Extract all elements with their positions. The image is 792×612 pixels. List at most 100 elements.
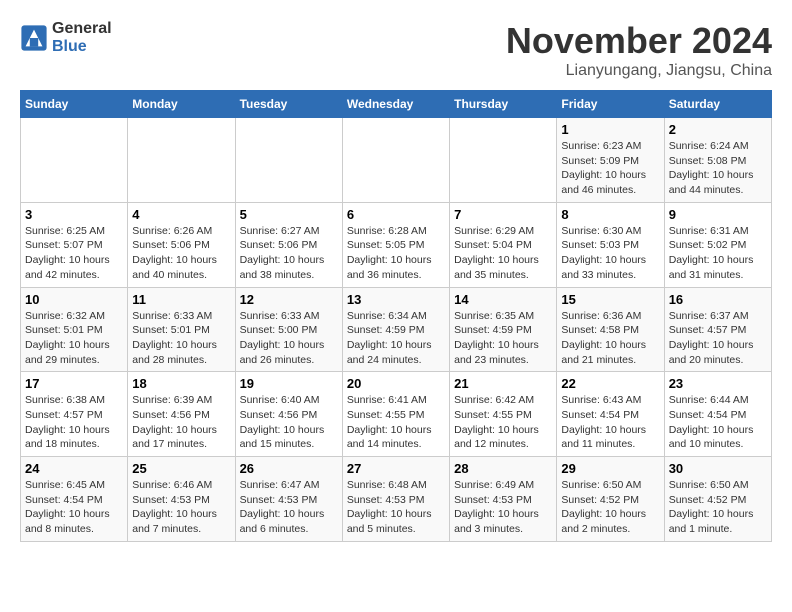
- week-row-4: 17 Sunrise: 6:38 AM Sunset: 4:57 PM Dayli…: [21, 372, 772, 457]
- calendar-cell: 29Sunrise: 6:50 AM Sunset: 4:52 PM Dayli…: [557, 457, 664, 542]
- day-number: 27: [347, 461, 445, 476]
- calendar-cell: 25 Sunrise: 6:46 AM Sunset: 4:53 PM Dayli…: [128, 457, 235, 542]
- day-number: 24: [25, 461, 123, 476]
- day-info: Sunrise: 6:38 AM Sunset: 4:57 PM Dayligh…: [25, 393, 123, 452]
- day-info: Sunrise: 6:24 AM Sunset: 5:08 PM Dayligh…: [669, 139, 767, 198]
- day-number: 19: [240, 376, 338, 391]
- day-number: 15: [561, 292, 659, 307]
- day-info: Sunrise: 6:37 AM Sunset: 4:57 PM Dayligh…: [669, 309, 767, 368]
- day-number: 17: [25, 376, 123, 391]
- weekday-sunday: Sunday: [21, 91, 128, 118]
- day-number: 25: [132, 461, 230, 476]
- weekday-thursday: Thursday: [450, 91, 557, 118]
- day-info: Sunrise: 6:28 AM Sunset: 5:05 PM Dayligh…: [347, 224, 445, 283]
- calendar-cell: 28 Sunrise: 6:49 AM Sunset: 4:53 PM Dayli…: [450, 457, 557, 542]
- calendar-cell: 26 Sunrise: 6:47 AM Sunset: 4:53 PM Dayli…: [235, 457, 342, 542]
- day-info: Sunrise: 6:42 AM Sunset: 4:55 PM Dayligh…: [454, 393, 552, 452]
- logo-line2: Blue: [52, 38, 112, 56]
- weekday-wednesday: Wednesday: [342, 91, 449, 118]
- calendar-cell: 5Sunrise: 6:27 AM Sunset: 5:06 PM Daylig…: [235, 202, 342, 287]
- day-info: Sunrise: 6:41 AM Sunset: 4:55 PM Dayligh…: [347, 393, 445, 452]
- day-info: Sunrise: 6:39 AM Sunset: 4:56 PM Dayligh…: [132, 393, 230, 452]
- calendar-cell: 2 Sunrise: 6:24 AM Sunset: 5:08 PM Daylig…: [664, 118, 771, 203]
- calendar-cell: 4Sunrise: 6:26 AM Sunset: 5:06 PM Daylig…: [128, 202, 235, 287]
- day-info: Sunrise: 6:46 AM Sunset: 4:53 PM Dayligh…: [132, 478, 230, 537]
- day-info: Sunrise: 6:43 AM Sunset: 4:54 PM Dayligh…: [561, 393, 659, 452]
- calendar-cell: 23 Sunrise: 6:44 AM Sunset: 4:54 PM Dayli…: [664, 372, 771, 457]
- calendar-cell: 3Sunrise: 6:25 AM Sunset: 5:07 PM Daylig…: [21, 202, 128, 287]
- calendar-cell: 11Sunrise: 6:33 AM Sunset: 5:01 PM Dayli…: [128, 287, 235, 372]
- day-info: Sunrise: 6:23 AM Sunset: 5:09 PM Dayligh…: [561, 139, 659, 198]
- day-info: Sunrise: 6:29 AM Sunset: 5:04 PM Dayligh…: [454, 224, 552, 283]
- calendar-cell: [21, 118, 128, 203]
- calendar-cell: 24 Sunrise: 6:45 AM Sunset: 4:54 PM Dayli…: [21, 457, 128, 542]
- day-number: 7: [454, 207, 552, 222]
- logo-icon: [20, 24, 48, 52]
- day-info: Sunrise: 6:49 AM Sunset: 4:53 PM Dayligh…: [454, 478, 552, 537]
- day-info: Sunrise: 6:33 AM Sunset: 5:00 PM Dayligh…: [240, 309, 338, 368]
- calendar-cell: 14 Sunrise: 6:35 AM Sunset: 4:59 PM Dayli…: [450, 287, 557, 372]
- week-row-3: 10 Sunrise: 6:32 AM Sunset: 5:01 PM Dayli…: [21, 287, 772, 372]
- day-number: 30: [669, 461, 767, 476]
- day-number: 10: [25, 292, 123, 307]
- day-number: 9: [669, 207, 767, 222]
- day-number: 29: [561, 461, 659, 476]
- day-info: Sunrise: 6:32 AM Sunset: 5:01 PM Dayligh…: [25, 309, 123, 368]
- day-info: Sunrise: 6:50 AM Sunset: 4:52 PM Dayligh…: [669, 478, 767, 537]
- calendar-cell: 20 Sunrise: 6:41 AM Sunset: 4:55 PM Dayli…: [342, 372, 449, 457]
- day-number: 22: [561, 376, 659, 391]
- day-info: Sunrise: 6:48 AM Sunset: 4:53 PM Dayligh…: [347, 478, 445, 537]
- logo-line1: General: [52, 20, 112, 38]
- weekday-monday: Monday: [128, 91, 235, 118]
- calendar-cell: [128, 118, 235, 203]
- calendar-cell: 18 Sunrise: 6:39 AM Sunset: 4:56 PM Dayli…: [128, 372, 235, 457]
- day-info: Sunrise: 6:27 AM Sunset: 5:06 PM Dayligh…: [240, 224, 338, 283]
- day-number: 12: [240, 292, 338, 307]
- calendar-cell: 15 Sunrise: 6:36 AM Sunset: 4:58 PM Dayli…: [557, 287, 664, 372]
- day-number: 2: [669, 122, 767, 137]
- calendar-cell: 12 Sunrise: 6:33 AM Sunset: 5:00 PM Dayli…: [235, 287, 342, 372]
- calendar-cell: 10 Sunrise: 6:32 AM Sunset: 5:01 PM Dayli…: [21, 287, 128, 372]
- calendar-cell: 30 Sunrise: 6:50 AM Sunset: 4:52 PM Dayli…: [664, 457, 771, 542]
- page-header: General Blue November 2024 Lianyungang, …: [20, 20, 772, 80]
- day-number: 20: [347, 376, 445, 391]
- day-info: Sunrise: 6:30 AM Sunset: 5:03 PM Dayligh…: [561, 224, 659, 283]
- day-number: 21: [454, 376, 552, 391]
- day-info: Sunrise: 6:40 AM Sunset: 4:56 PM Dayligh…: [240, 393, 338, 452]
- day-info: Sunrise: 6:36 AM Sunset: 4:58 PM Dayligh…: [561, 309, 659, 368]
- day-info: Sunrise: 6:26 AM Sunset: 5:06 PM Dayligh…: [132, 224, 230, 283]
- calendar-cell: 8 Sunrise: 6:30 AM Sunset: 5:03 PM Daylig…: [557, 202, 664, 287]
- day-number: 18: [132, 376, 230, 391]
- day-number: 16: [669, 292, 767, 307]
- calendar-cell: 9Sunrise: 6:31 AM Sunset: 5:02 PM Daylig…: [664, 202, 771, 287]
- week-row-1: 1 Sunrise: 6:23 AM Sunset: 5:09 PM Daylig…: [21, 118, 772, 203]
- day-info: Sunrise: 6:44 AM Sunset: 4:54 PM Dayligh…: [669, 393, 767, 452]
- day-number: 26: [240, 461, 338, 476]
- calendar-cell: 27 Sunrise: 6:48 AM Sunset: 4:53 PM Dayli…: [342, 457, 449, 542]
- day-number: 6: [347, 207, 445, 222]
- day-info: Sunrise: 6:45 AM Sunset: 4:54 PM Dayligh…: [25, 478, 123, 537]
- day-number: 8: [561, 207, 659, 222]
- day-number: 23: [669, 376, 767, 391]
- week-row-5: 24 Sunrise: 6:45 AM Sunset: 4:54 PM Dayli…: [21, 457, 772, 542]
- calendar-cell: [450, 118, 557, 203]
- day-number: 14: [454, 292, 552, 307]
- calendar-cell: [342, 118, 449, 203]
- calendar-cell: 19 Sunrise: 6:40 AM Sunset: 4:56 PM Dayli…: [235, 372, 342, 457]
- day-number: 1: [561, 122, 659, 137]
- logo: General Blue: [20, 20, 112, 56]
- day-info: Sunrise: 6:25 AM Sunset: 5:07 PM Dayligh…: [25, 224, 123, 283]
- calendar-body: 1 Sunrise: 6:23 AM Sunset: 5:09 PM Daylig…: [21, 118, 772, 542]
- day-info: Sunrise: 6:35 AM Sunset: 4:59 PM Dayligh…: [454, 309, 552, 368]
- calendar-cell: 22 Sunrise: 6:43 AM Sunset: 4:54 PM Dayli…: [557, 372, 664, 457]
- weekday-tuesday: Tuesday: [235, 91, 342, 118]
- location-title: Lianyungang, Jiangsu, China: [506, 62, 772, 80]
- weekday-saturday: Saturday: [664, 91, 771, 118]
- day-number: 28: [454, 461, 552, 476]
- day-info: Sunrise: 6:47 AM Sunset: 4:53 PM Dayligh…: [240, 478, 338, 537]
- calendar-cell: 17 Sunrise: 6:38 AM Sunset: 4:57 PM Dayli…: [21, 372, 128, 457]
- weekday-header-row: SundayMondayTuesdayWednesdayThursdayFrid…: [21, 91, 772, 118]
- day-number: 11: [132, 292, 230, 307]
- title-area: November 2024 Lianyungang, Jiangsu, Chin…: [506, 20, 772, 80]
- calendar-cell: 21 Sunrise: 6:42 AM Sunset: 4:55 PM Dayli…: [450, 372, 557, 457]
